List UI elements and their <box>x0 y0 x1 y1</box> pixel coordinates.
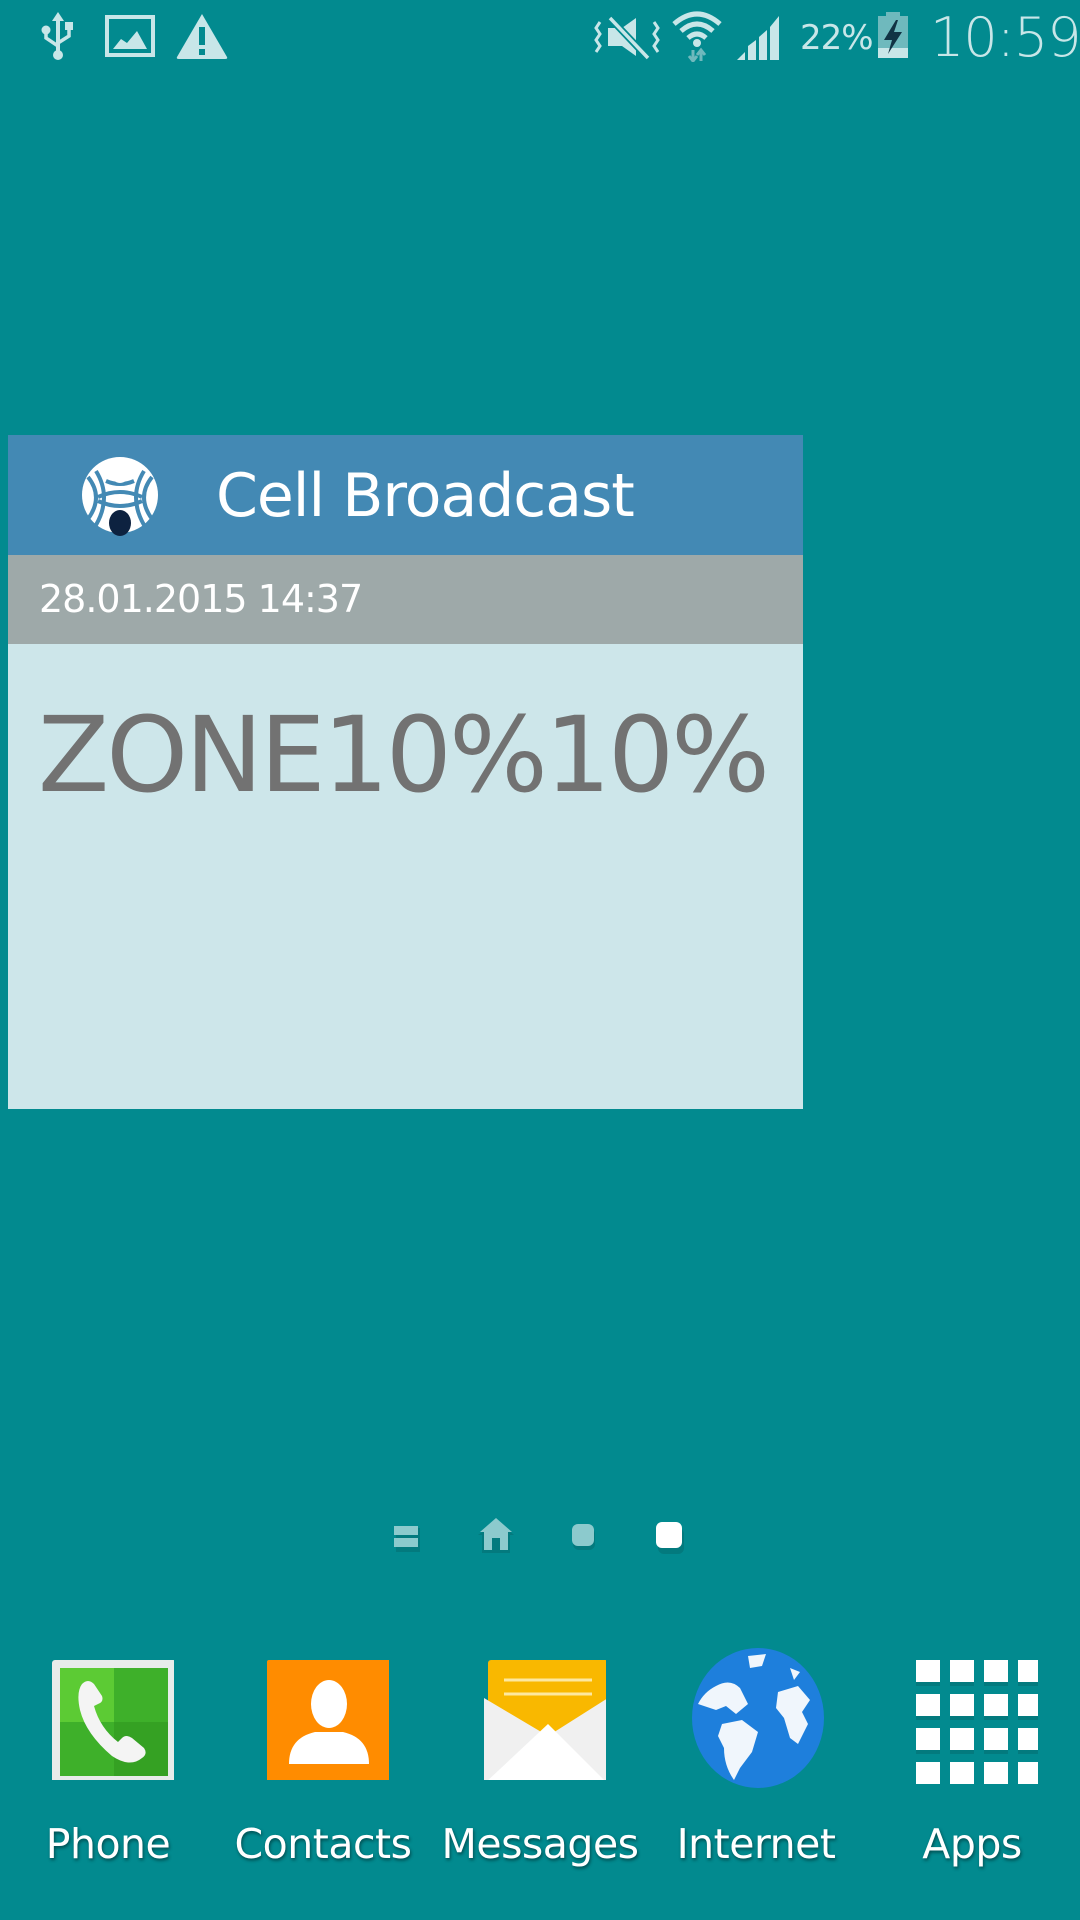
dock-item-apps[interactable]: Apps <box>872 1640 1072 1900</box>
apps-grid-square <box>916 1694 940 1716</box>
mute-icon <box>592 14 662 65</box>
clock: 10:59 <box>930 6 1080 69</box>
apps-grid-square <box>1018 1660 1042 1682</box>
cell-broadcast-widget[interactable]: Cell Broadcast 28.01.2015 14:37 ZONE10%1… <box>8 435 803 1109</box>
cell-broadcast-logo-icon <box>80 457 160 537</box>
phone-icon <box>42 1648 176 1784</box>
apps-grid-square <box>916 1762 940 1784</box>
apps-grid-square <box>984 1728 1008 1750</box>
apps-grid-square <box>1018 1694 1042 1716</box>
apps-grid-icon <box>906 1648 1042 1788</box>
warning-icon <box>175 12 229 65</box>
signal-icon <box>735 12 785 67</box>
usb-icon <box>38 10 78 67</box>
dock-label-apps: Apps <box>922 1820 1022 1868</box>
apps-grid-square <box>950 1694 974 1716</box>
apps-grid-square <box>1018 1762 1042 1784</box>
dock-label-internet: Internet <box>676 1820 836 1868</box>
message-body[interactable]: ZONE10%10% <box>8 644 803 1109</box>
apps-grid-square <box>950 1728 974 1750</box>
dock-label-phone: Phone <box>45 1820 171 1868</box>
widget-header[interactable]: Cell Broadcast <box>8 435 803 555</box>
broadcast-message-text: ZONE10%10% <box>38 694 770 816</box>
internet-globe-icon <box>690 1648 824 1788</box>
apps-grid-square <box>950 1660 974 1682</box>
page-indicator-home-icon[interactable] <box>478 1516 514 1559</box>
apps-grid-square <box>916 1660 940 1682</box>
messages-icon <box>474 1648 608 1786</box>
apps-grid-square <box>1018 1728 1042 1750</box>
message-date-row: 28.01.2015 14:37 <box>8 555 803 644</box>
page-indicator-dot-3[interactable] <box>572 1522 598 1557</box>
image-icon <box>105 15 155 62</box>
wifi-icon <box>670 8 724 67</box>
dock-item-messages[interactable]: Messages <box>440 1640 640 1900</box>
apps-grid-square <box>984 1694 1008 1716</box>
dock-label-messages: Messages <box>441 1820 639 1868</box>
page-indicator <box>0 1510 1080 1560</box>
apps-grid-square <box>984 1660 1008 1682</box>
message-timestamp: 28.01.2015 14:37 <box>39 577 363 621</box>
apps-grid-square <box>984 1762 1008 1784</box>
page-indicator-dot-4-active[interactable] <box>656 1520 686 1561</box>
widget-title: Cell Broadcast <box>216 461 635 531</box>
dock-item-phone[interactable]: Phone <box>8 1640 208 1900</box>
dock-item-contacts[interactable]: Contacts <box>223 1640 423 1900</box>
apps-grid-square <box>950 1762 974 1784</box>
dock-item-internet[interactable]: Internet <box>656 1640 856 1900</box>
apps-grid-square <box>916 1728 940 1750</box>
dock-label-contacts: Contacts <box>234 1820 412 1868</box>
battery-percent: 22% <box>800 18 874 58</box>
page-indicator-briefing-icon[interactable] <box>394 1522 422 1557</box>
battery-charging-icon <box>876 10 910 65</box>
status-bar[interactable]: 22% 10:59 <box>0 0 1080 75</box>
contacts-icon <box>257 1648 391 1788</box>
